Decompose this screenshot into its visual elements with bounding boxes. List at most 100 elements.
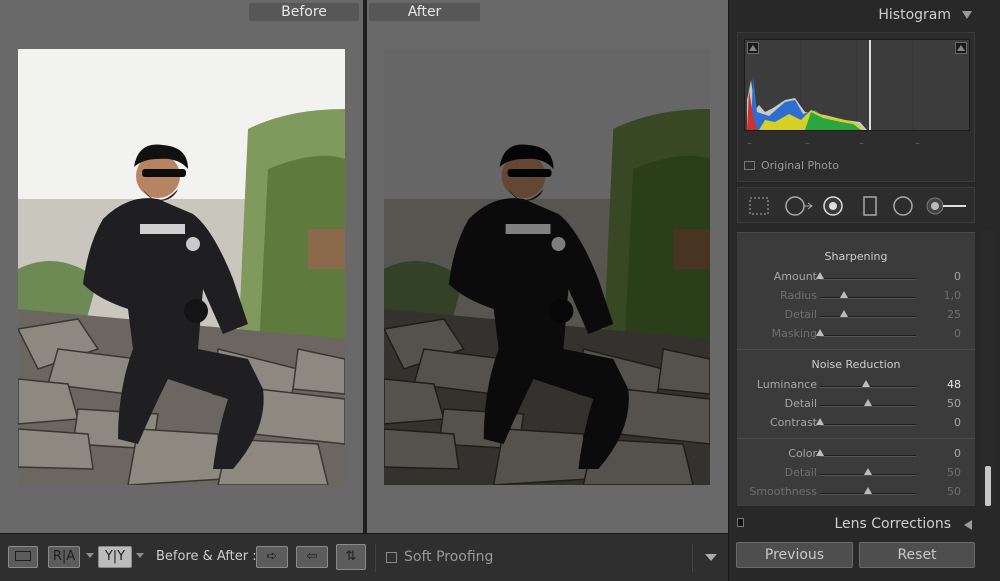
before-photo[interactable] [18,49,345,485]
slider-thumb[interactable] [864,468,872,475]
sharpening-slider-row: Radius 1,0 [737,287,975,306]
slider-value[interactable]: 50 [947,485,961,498]
histogram-graph[interactable] [744,39,970,131]
slider-value[interactable]: 0 [954,416,961,429]
sharpening-slider-row: Masking 0 [737,325,975,344]
scrollbar-thumb[interactable] [985,466,991,506]
slider-track[interactable] [820,424,916,426]
slider-track[interactable] [820,335,916,337]
expand-triangle-icon[interactable] [964,520,972,530]
before-pane: Before [0,0,363,533]
section-divider [737,349,975,350]
slider-thumb[interactable] [862,380,871,387]
histogram-info: – [915,138,920,149]
before-after-top-bottom-button[interactable]: Y|Y [98,546,132,568]
slider-value[interactable]: 0 [954,270,961,283]
slider-thumb[interactable] [816,329,824,336]
reset-button[interactable]: Reset [859,542,975,568]
slider-label: Masking [771,327,817,340]
shadow-clipping-button[interactable] [747,42,759,54]
slider-thumb[interactable] [840,291,848,298]
after-label: After [369,3,480,21]
slider-value[interactable]: 48 [947,378,961,391]
slider-thumb[interactable] [816,272,824,279]
slider-value[interactable]: 50 [947,397,961,410]
section-divider [737,438,975,439]
before-after-label: Before & After : [156,549,257,564]
detail-panel: Sharpening Amount 0 Radius 1,0 Detail 25 Maski… [737,232,975,506]
slider-label: Detail [784,466,817,479]
lens-corrections-header[interactable]: Lens Corrections [729,511,1000,539]
slider-label: Luminance [756,378,817,391]
after-pane: After [367,0,728,533]
before-after-left-right-button[interactable]: R|A [48,546,80,568]
arrow-left-icon: ⇦ [306,549,318,564]
original-photo-toggle[interactable]: Original Photo [744,159,839,172]
photo-image [384,49,710,485]
slider-label: Smoothness [749,485,817,498]
crop-overlay-icon[interactable] [748,196,770,220]
lens-corrections-title: Lens Corrections [834,516,951,532]
slider-label: Contrast [769,416,817,429]
slider-thumb[interactable] [864,487,872,494]
photo-image [18,49,345,485]
chevron-down-icon[interactable] [86,553,94,558]
slider-thumb[interactable] [864,399,872,406]
slider-thumb[interactable] [840,310,848,317]
slider-value[interactable]: 0 [954,327,961,340]
copy-after-to-before-button[interactable]: ⇦ [296,546,328,568]
adjustment-brush-icon[interactable] [926,196,968,220]
histogram-panel: – – – – Original Photo [737,32,975,182]
soft-proofing-label: Soft Proofing [404,549,494,565]
noise-reduction-slider-row: Detail 50 [737,395,975,414]
slider-track[interactable] [820,297,916,299]
right-panel: Histogram – – – – Original Photo Sharpen… [728,0,1000,581]
red-eye-icon[interactable] [822,196,844,220]
before-label: Before [249,3,359,21]
panel-switch-icon[interactable] [737,518,744,527]
chevron-down-icon[interactable] [705,554,717,561]
previous-button[interactable]: Previous [736,542,853,568]
noise-reduction-slider-row: Color 0 [737,445,975,464]
soft-proofing-checkbox[interactable] [386,552,397,563]
collapse-triangle-icon[interactable] [962,11,972,19]
swap-before-after-button[interactable]: ⇅ [336,544,366,570]
graduated-filter-icon[interactable] [860,196,880,220]
toolbar-divider [692,544,693,572]
sharpening-title: Sharpening [824,250,888,263]
slider-track[interactable] [820,278,916,280]
slider-value[interactable]: 50 [947,466,961,479]
lightroom-develop-window: Before After R|A Y|Y Before & After: ➪ … [0,0,1000,581]
slider-track[interactable] [820,316,916,318]
slider-label: Detail [784,308,817,321]
original-photo-checkbox[interactable] [744,161,755,170]
slider-thumb[interactable] [816,449,824,456]
highlight-clipping-button[interactable] [955,42,967,54]
arrow-right-icon: ➪ [266,549,278,564]
slider-label: Radius [780,289,817,302]
slider-value[interactable]: 0 [954,447,961,460]
histogram-info: – [747,138,752,149]
slider-label: Amount [773,270,817,283]
histogram-title: Histogram [878,7,951,23]
slider-label: Detail [784,397,817,410]
histogram-header[interactable]: Histogram [729,0,1000,30]
loupe-rect-icon [15,551,31,561]
noise-reduction-slider-row: Smoothness 50 [737,483,975,502]
original-photo-label: Original Photo [761,159,839,172]
noise-reduction-slider-row: Contrast 0 [737,414,975,433]
sharpening-slider-row: Amount 0 [737,268,975,287]
slider-track[interactable] [820,455,916,457]
slider-value[interactable]: 25 [947,308,961,321]
panel-scrollbar[interactable] [983,230,993,510]
loupe-view-button[interactable] [8,546,38,568]
copy-before-to-after-button[interactable]: ➪ [256,546,288,568]
chevron-down-icon[interactable] [136,553,144,558]
spot-removal-icon[interactable] [784,196,814,220]
after-photo[interactable] [384,49,710,485]
slider-thumb[interactable] [816,418,824,425]
slider-value[interactable]: 1,0 [944,289,962,302]
bottom-toolbar: R|A Y|Y Before & After : ➪ ⇦ ⇅ Soft Proo… [0,533,728,581]
radial-filter-icon[interactable] [892,196,914,220]
noise-reduction-slider-row: Luminance 48 [737,376,975,395]
